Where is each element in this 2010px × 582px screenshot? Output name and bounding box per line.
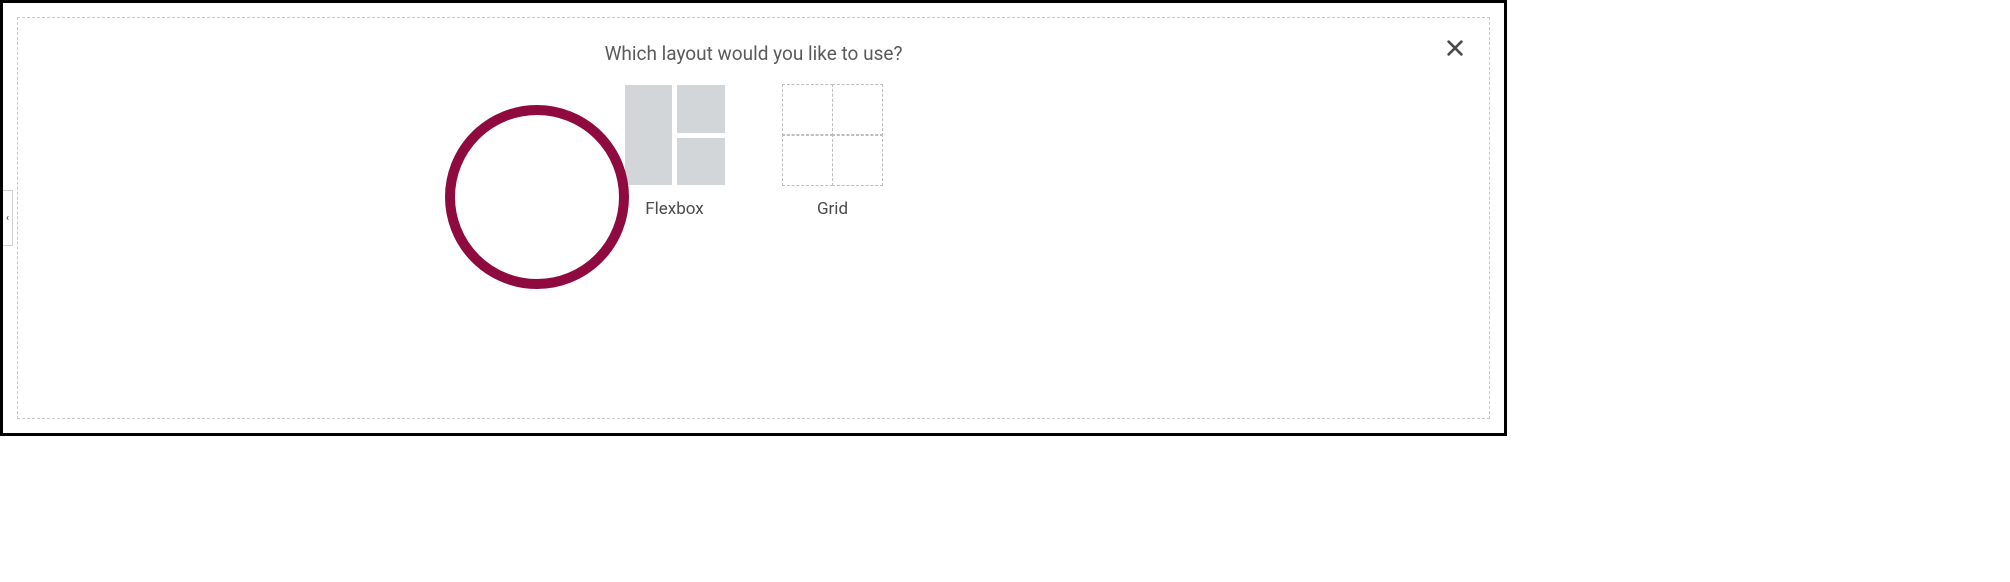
- option-label: Grid: [817, 199, 848, 219]
- side-expand-handle[interactable]: ‹: [3, 190, 13, 246]
- flexbox-preview-icon: [625, 85, 725, 185]
- option-grid[interactable]: Grid: [783, 85, 883, 219]
- window-frame: ‹ Which layout would you like to use? Fl…: [0, 0, 1507, 436]
- option-flexbox[interactable]: Flexbox: [625, 85, 725, 219]
- chevron-left-icon: ‹: [6, 213, 9, 224]
- drop-zone-container: Which layout would you like to use? Flex…: [17, 17, 1490, 419]
- prompt-text: Which layout would you like to use?: [18, 42, 1489, 65]
- layout-options-row: Flexbox Grid: [18, 85, 1489, 219]
- close-icon: [1444, 37, 1466, 59]
- grid-preview-icon: [783, 85, 883, 185]
- option-label: Flexbox: [645, 199, 703, 219]
- close-button[interactable]: [1443, 36, 1467, 60]
